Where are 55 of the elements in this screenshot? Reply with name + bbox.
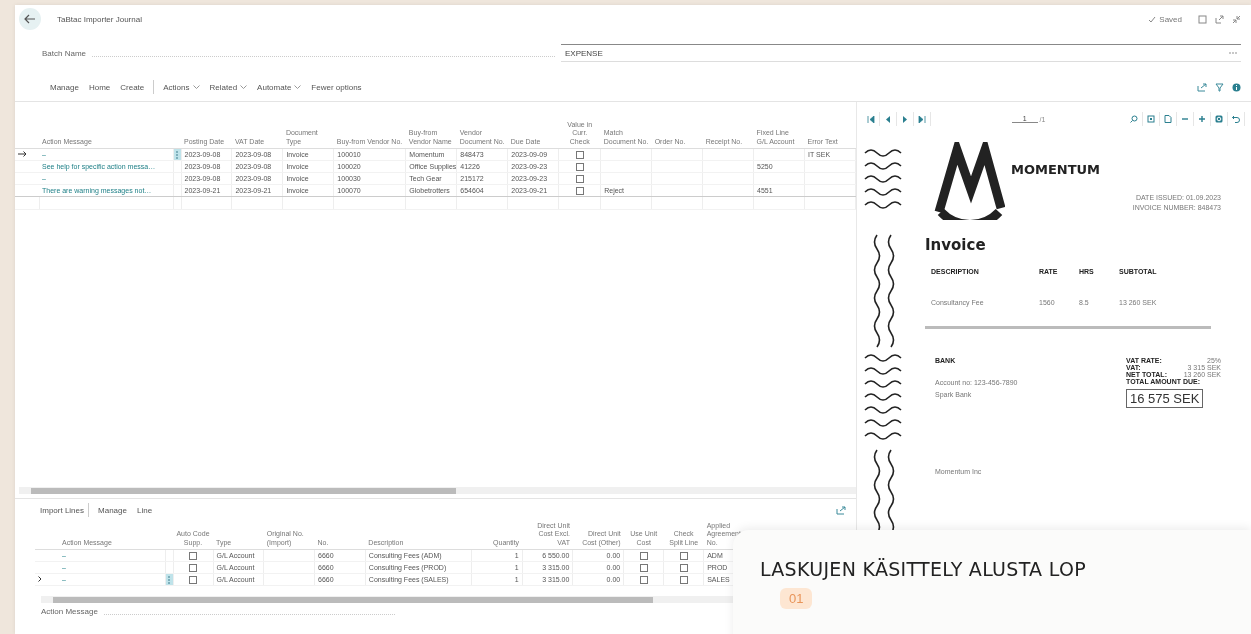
amount-due: 16 575 SEK (1126, 389, 1204, 408)
overlay-title: LASKUJEN KÄSITTELY ALUSTA LOP (760, 558, 1086, 580)
mountain-logo-icon (933, 142, 1005, 220)
checkbox[interactable] (639, 563, 648, 572)
fewer-options-link[interactable]: Fewer options (306, 82, 367, 92)
company-name: MOMENTUM (1011, 162, 1102, 177)
invoice-heading: Invoice (925, 236, 987, 254)
caret-icon (240, 85, 248, 89)
triangle-arrow-icon (884, 115, 892, 123)
step-badge: 01 (780, 588, 813, 609)
row-actions-button[interactable] (173, 149, 180, 160)
checkbox[interactable] (189, 563, 197, 572)
caret-icon (294, 85, 302, 89)
back-arrow-icon (24, 14, 36, 24)
batch-name-field[interactable]: EXPENSE (561, 44, 1241, 62)
action-tab[interactable]: Manage (45, 82, 84, 92)
share-icon[interactable] (836, 505, 846, 515)
checkbox[interactable] (679, 563, 688, 572)
section-title: Import Lines (40, 505, 85, 515)
share-icon[interactable] (1197, 82, 1207, 92)
checkbox[interactable] (189, 575, 197, 584)
action-message-label: Action Message (41, 607, 98, 616)
row-pointer-icon (18, 151, 27, 157)
open-new-window-icon[interactable] (1215, 14, 1224, 24)
collapse-icon[interactable] (1232, 14, 1241, 24)
checkbox[interactable] (575, 150, 584, 159)
checkbox[interactable] (189, 551, 197, 560)
batch-name-label: Batch Name (42, 48, 87, 58)
skip-arrow-icon (867, 115, 875, 123)
skip-arrow-icon (918, 115, 926, 123)
action-tab[interactable]: Manage (93, 505, 132, 515)
info-icon[interactable] (1232, 82, 1241, 92)
checkbox[interactable] (639, 575, 648, 584)
horizontal-scrollbar[interactable] (19, 487, 856, 494)
triangle-arrow-icon (901, 115, 909, 123)
checkbox[interactable] (679, 575, 688, 584)
action-tab[interactable]: Home (83, 82, 116, 92)
chevron-icon (38, 576, 42, 582)
checkbox[interactable] (639, 551, 648, 560)
checkbox[interactable] (575, 174, 584, 183)
caret-icon (192, 85, 200, 89)
back-button[interactable] (19, 8, 41, 30)
filter-icon[interactable] (1215, 82, 1224, 92)
action-tab[interactable]: Create (115, 82, 150, 92)
action-tab[interactable]: Line (131, 505, 158, 515)
checkbox[interactable] (679, 551, 688, 560)
checkbox[interactable] (575, 162, 584, 171)
menu-button[interactable]: Automate (252, 82, 307, 92)
menu-button[interactable]: Related (204, 82, 253, 92)
saved-status: Saved (1159, 14, 1182, 24)
page-title: TaBtac Importer Journal (57, 14, 142, 24)
checkmark-icon (1148, 15, 1157, 23)
row-actions-button[interactable] (165, 574, 172, 585)
menu-button[interactable]: Actions (158, 82, 205, 92)
checkbox[interactable] (575, 186, 584, 195)
